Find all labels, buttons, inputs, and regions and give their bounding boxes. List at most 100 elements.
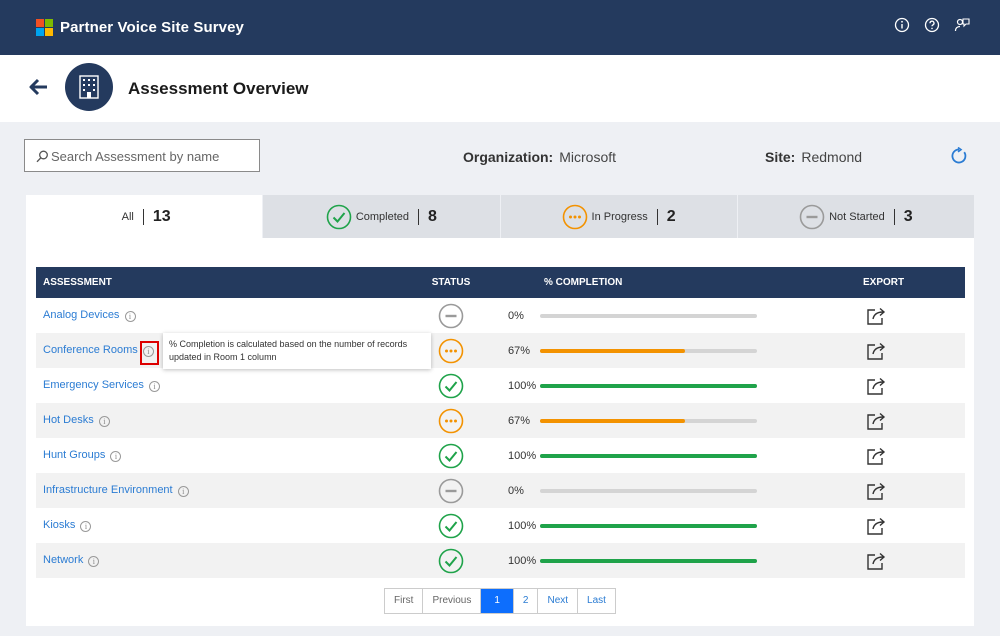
completion-cell: 100% [506, 368, 861, 403]
check-circle-icon [438, 548, 464, 573]
page-last-button[interactable]: Last [577, 589, 615, 613]
completion-tooltip: % Completion is calculated based on the … [163, 333, 431, 369]
page-first-button[interactable]: First [385, 589, 422, 613]
table-row: Network i 100% [36, 543, 965, 578]
header-export: EXPORT [861, 267, 965, 298]
ellipsis-circle-icon [438, 408, 464, 433]
completion-cell: 67% [506, 333, 861, 368]
export-icon[interactable] [866, 551, 888, 571]
assessment-link[interactable]: Hot Desks [43, 414, 94, 426]
info-icon[interactable]: i [98, 416, 110, 427]
tab-completed[interactable]: Completed 8 [263, 195, 500, 238]
search-box[interactable] [24, 139, 260, 172]
completion-cell: 100% [506, 508, 861, 543]
status-tabs: All 13 Completed 8 In Progress 2 Not Sta… [26, 195, 974, 238]
progress-fill [540, 453, 757, 458]
tab-not-started[interactable]: Not Started 3 [737, 195, 974, 238]
back-arrow-icon[interactable] [28, 77, 50, 97]
organization-label: Organization: [463, 149, 554, 165]
page-2-button[interactable]: 2 [512, 589, 538, 613]
info-icon[interactable]: i [124, 311, 136, 322]
completion-percent: 100% [508, 519, 537, 532]
assessment-link[interactable]: Kiosks [43, 519, 75, 531]
completion-percent: 100% [508, 554, 537, 567]
table-row: Kiosks i 100% [36, 508, 965, 543]
tab-all[interactable]: All 13 [26, 195, 263, 238]
assessment-link[interactable]: Analog Devices [43, 309, 119, 321]
completion-percent: 100% [508, 449, 537, 462]
building-avatar [65, 63, 113, 111]
tab-label: All [121, 210, 134, 223]
status-cell [396, 403, 506, 438]
info-icon[interactable]: i [88, 556, 100, 567]
table-row: Infrastructure Environment i 0% [36, 473, 965, 508]
microsoft-logo-icon [36, 19, 54, 37]
status-cell [396, 473, 506, 508]
check-circle-icon [438, 373, 464, 398]
completion-cell: 0% [506, 298, 861, 333]
info-icon[interactable]: i [110, 451, 122, 462]
export-icon[interactable] [866, 446, 888, 466]
completion-cell: 100% [506, 438, 861, 473]
status-cell [396, 508, 506, 543]
page-previous-button[interactable]: Previous [422, 589, 480, 613]
info-icon[interactable]: i [80, 521, 92, 532]
info-icon[interactable] [894, 17, 910, 33]
progress-bar [540, 313, 757, 318]
completion-percent: 67% [508, 344, 531, 357]
progress-fill [540, 523, 757, 528]
progress-bar [540, 488, 757, 493]
export-icon[interactable] [866, 481, 888, 501]
export-cell [861, 368, 965, 403]
export-icon[interactable] [866, 516, 888, 536]
table-row: Analog Devices i 0% [36, 298, 965, 333]
tab-count: 13 [152, 207, 171, 225]
progress-bar [540, 453, 757, 458]
export-icon[interactable] [866, 306, 888, 326]
top-bar: Partner Voice Site Survey [0, 0, 1000, 55]
export-cell [861, 508, 965, 543]
page-1-button[interactable]: 1 [480, 589, 513, 613]
header-assessment[interactable]: ASSESSMENT [36, 267, 396, 298]
assessment-link[interactable]: Emergency Services [43, 379, 144, 391]
refresh-icon[interactable] [950, 147, 968, 165]
header-status[interactable]: STATUS [396, 267, 506, 298]
organization-value: Microsoft [559, 149, 617, 165]
table-row: Hunt Groups i 100% [36, 438, 965, 473]
header-completion[interactable]: % COMPLETION [506, 267, 861, 298]
info-icon[interactable]: i [177, 486, 189, 497]
page-next-button[interactable]: Next [537, 589, 577, 613]
progress-bar [540, 383, 757, 388]
completion-cell: 100% [506, 543, 861, 578]
assessment-link[interactable]: Hunt Groups [43, 449, 105, 461]
export-cell [861, 298, 965, 333]
progress-fill [540, 558, 757, 563]
site-value: Redmond [801, 149, 863, 165]
assessment-link[interactable]: Network [43, 554, 83, 566]
table-row: Emergency Services i 100% [36, 368, 965, 403]
ellipsis-circle-icon [562, 204, 587, 229]
assessment-card: ASSESSMENT STATUS % COMPLETION EXPORT An… [26, 238, 974, 626]
assessment-link[interactable]: Infrastructure Environment [43, 484, 173, 496]
completion-percent: 67% [508, 414, 531, 427]
export-icon[interactable] [866, 376, 888, 396]
assessment-table: ASSESSMENT STATUS % COMPLETION EXPORT An… [36, 267, 965, 578]
tab-label: Not Started [829, 210, 885, 223]
table-header-row: ASSESSMENT STATUS % COMPLETION EXPORT [36, 267, 965, 298]
status-cell [396, 368, 506, 403]
search-input[interactable] [51, 146, 251, 166]
export-icon[interactable] [866, 341, 888, 361]
tab-count: 8 [428, 207, 437, 225]
feedback-icon[interactable] [954, 17, 970, 33]
info-icon[interactable]: i [148, 381, 160, 392]
tab-label: Completed [355, 210, 410, 223]
export-cell [861, 403, 965, 438]
progress-fill [540, 418, 686, 423]
help-icon[interactable] [924, 17, 940, 33]
tab-count: 3 [903, 207, 913, 225]
assessment-link[interactable]: Conference Rooms [43, 344, 138, 356]
export-icon[interactable] [866, 411, 888, 431]
tab-in-progress[interactable]: In Progress 2 [500, 195, 737, 238]
table-row: Hot Desks i 67% [36, 403, 965, 438]
completion-cell: 0% [506, 473, 861, 508]
